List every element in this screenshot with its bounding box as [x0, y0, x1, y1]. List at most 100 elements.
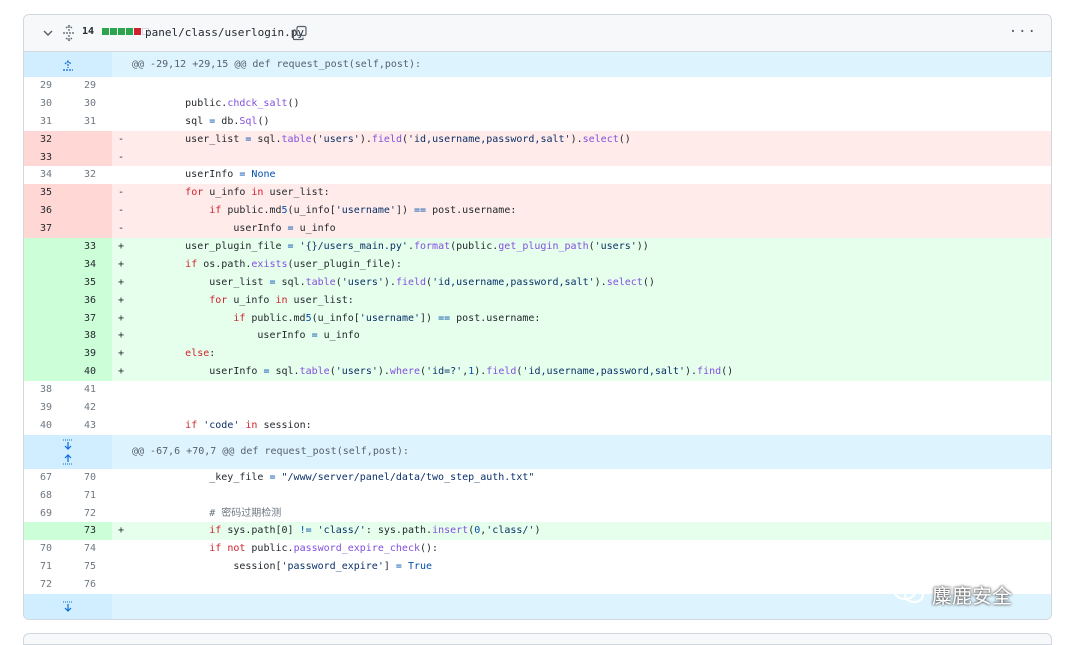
hunk-header-text: @@ -67,6 +70,7 @@ def request_post(self,…	[132, 445, 409, 457]
chevron-down-icon[interactable]	[41, 26, 55, 40]
diff-sign: +	[118, 294, 125, 306]
context-line: 68 71	[24, 486, 1051, 505]
old-line-number[interactable]	[24, 255, 68, 274]
new-line-number[interactable]: 32	[68, 166, 112, 185]
new-line-number[interactable]: 41	[68, 381, 112, 400]
old-line-number[interactable]	[24, 363, 68, 382]
old-line-number[interactable]: 70	[24, 540, 68, 559]
expand-up-icon[interactable]	[24, 52, 112, 77]
old-line-number[interactable]: 71	[24, 558, 68, 577]
diff-sign	[112, 77, 134, 95]
diff-sign	[112, 166, 134, 184]
expand-both-icon[interactable]	[24, 434, 112, 469]
file-path-link[interactable]: panel/class/userlogin.py	[145, 26, 304, 39]
code-line: for u_info in user_list:	[185, 187, 330, 199]
old-line-number[interactable]: 33	[24, 148, 68, 167]
old-line-number[interactable]: 31	[24, 112, 68, 131]
old-line-number[interactable]	[24, 309, 68, 328]
old-line-number[interactable]: 37	[24, 220, 68, 239]
diff-sign: +	[118, 312, 125, 324]
old-line-number[interactable]: 39	[24, 399, 68, 417]
expand-all-icon[interactable]	[61, 25, 77, 41]
diff-sign	[112, 558, 134, 576]
diff-sign	[112, 95, 134, 113]
new-line-number[interactable]: 38	[68, 327, 112, 346]
old-line-number[interactable]	[24, 345, 68, 364]
new-line-number[interactable]: 39	[68, 345, 112, 364]
new-line-number[interactable]: 75	[68, 558, 112, 577]
new-line-number[interactable]	[68, 148, 112, 167]
old-line-number[interactable]: 40	[24, 416, 68, 435]
diff-sign	[112, 576, 134, 594]
diffstat-block	[126, 28, 133, 35]
context-line: 69 72 # 密码过期检测	[24, 504, 1051, 523]
new-line-number[interactable]: 73	[68, 522, 112, 541]
new-line-number[interactable]: 34	[68, 255, 112, 274]
new-line-number[interactable]	[68, 184, 112, 203]
code-line: if os.path.exists(user_plugin_file):	[185, 258, 402, 270]
old-line-number[interactable]: 32	[24, 130, 68, 149]
old-line-number[interactable]: 38	[24, 381, 68, 400]
old-line-number[interactable]	[24, 291, 68, 310]
copy-icon[interactable]	[292, 25, 308, 41]
expand-down-icon[interactable]	[24, 594, 112, 619]
context-line: 30 30 public.chdck_salt()	[24, 94, 1051, 113]
new-line-number[interactable]: 71	[68, 486, 112, 505]
old-line-number[interactable]: 67	[24, 468, 68, 487]
added-line: 35 + user_list = sql.table('users').field…	[24, 273, 1051, 292]
old-line-number[interactable]: 35	[24, 184, 68, 203]
new-line-number[interactable]	[68, 130, 112, 149]
code-line: if 'code' in session:	[185, 419, 312, 431]
wechat-icon	[892, 578, 926, 611]
diffstat-block	[118, 28, 125, 35]
hunk-header: @@ -29,12 +29,15 @@ def request_post(sel…	[24, 52, 1051, 77]
new-line-number[interactable]: 76	[68, 576, 112, 595]
next-file-header	[23, 633, 1052, 645]
new-line-number[interactable]: 74	[68, 540, 112, 559]
old-line-number[interactable]	[24, 238, 68, 256]
new-line-number[interactable]	[68, 220, 112, 239]
diff-sign: +	[118, 330, 125, 342]
more-options-button[interactable]: ···	[1009, 24, 1037, 40]
diff-sign: -	[118, 151, 125, 163]
old-line-number[interactable]: 30	[24, 94, 68, 113]
new-line-number[interactable]: 37	[68, 309, 112, 328]
added-line: 33 + user_plugin_file = '{}/users_main.py…	[24, 238, 1051, 256]
old-line-number[interactable]	[24, 273, 68, 292]
added-line: 39 + else:	[24, 345, 1051, 364]
new-line-number[interactable]	[68, 202, 112, 221]
new-line-number[interactable]: 30	[68, 94, 112, 113]
new-line-number[interactable]: 42	[68, 399, 112, 417]
old-line-number[interactable]: 68	[24, 486, 68, 505]
new-line-number[interactable]: 33	[68, 238, 112, 256]
old-line-number[interactable]: 69	[24, 504, 68, 523]
context-line: 40 43 if 'code' in session:	[24, 416, 1051, 435]
code-line: if not public.password_expire_check():	[209, 543, 439, 555]
code-line: if sys.path[0] != 'class/': sys.path.ins…	[209, 525, 541, 537]
old-line-number[interactable]: 29	[24, 77, 68, 95]
diffstat-blocks	[102, 28, 149, 35]
old-line-number[interactable]: 72	[24, 576, 68, 595]
new-line-number[interactable]: 40	[68, 363, 112, 382]
new-line-number[interactable]: 36	[68, 291, 112, 310]
context-line: 34 32 userInfo = None	[24, 166, 1051, 185]
new-line-number[interactable]: 72	[68, 504, 112, 523]
added-line: 37 + if public.md5(u_info['username']) ==…	[24, 309, 1051, 328]
old-line-number[interactable]: 34	[24, 166, 68, 185]
new-line-number[interactable]: 43	[68, 416, 112, 435]
old-line-number[interactable]	[24, 522, 68, 541]
new-line-number[interactable]: 70	[68, 468, 112, 487]
new-line-number[interactable]: 29	[68, 77, 112, 95]
diff-sign: -	[118, 187, 125, 199]
new-line-number[interactable]: 35	[68, 273, 112, 292]
added-line: 40 + userInfo = sql.table('users').where(…	[24, 363, 1051, 382]
diff-sign	[112, 540, 134, 558]
new-line-number[interactable]: 31	[68, 112, 112, 131]
diffstat-block	[134, 28, 141, 35]
diff-sign	[112, 469, 134, 487]
added-line: 34 + if os.path.exists(user_plugin_file):	[24, 255, 1051, 274]
old-line-number[interactable]	[24, 327, 68, 346]
old-line-number[interactable]: 36	[24, 202, 68, 221]
context-line: 70 74 if not public.password_expire_check…	[24, 540, 1051, 559]
